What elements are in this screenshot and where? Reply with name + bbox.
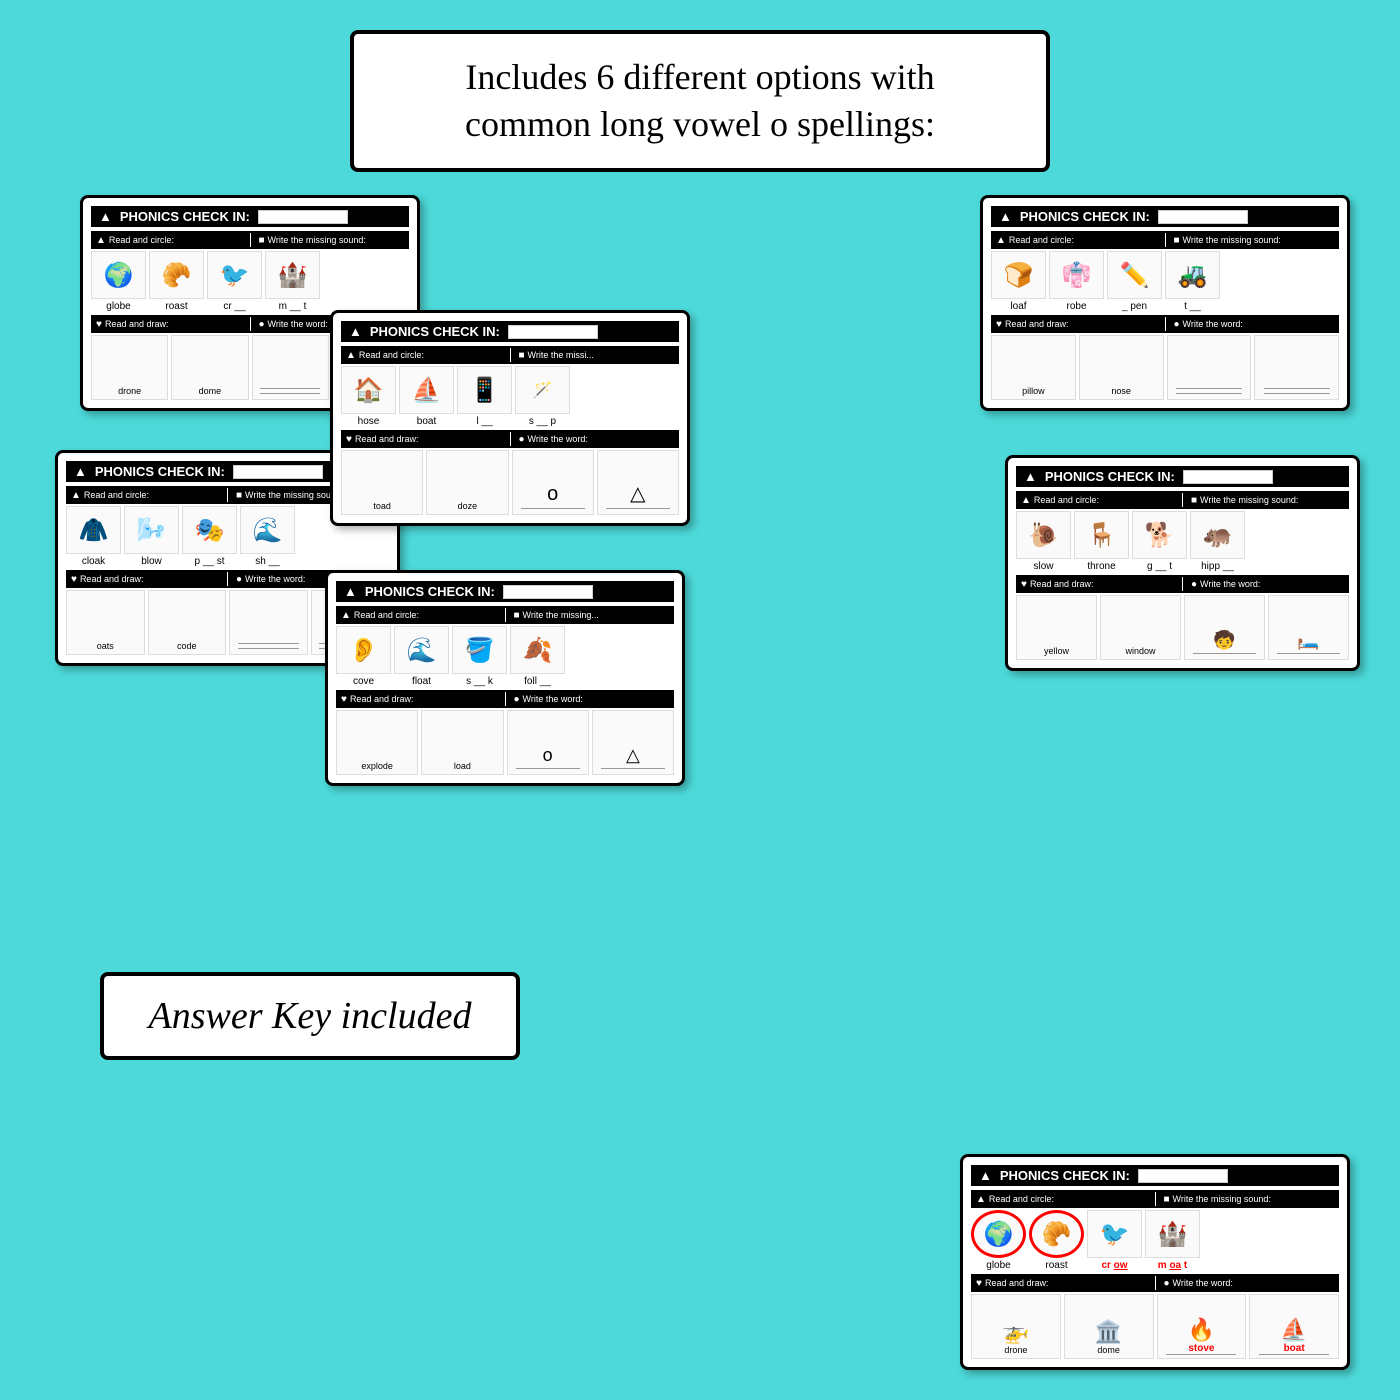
card1-moat: 🏰 m __ t (265, 251, 320, 312)
answer-write-stove: 🔥 stove (1157, 1294, 1247, 1359)
answer-images: 🌍 globe 🥐 roast 🐦 cr ow 🏰 m oa t (971, 1210, 1339, 1271)
card4-write1 (229, 590, 308, 655)
card4-post: 🎭 p __ st (182, 506, 237, 567)
heart-icon: ♥ (96, 319, 102, 330)
card5-write1: o (507, 710, 589, 775)
card5-follow: 🍂 foll __ (510, 626, 565, 687)
card4-draw-oats: oats (66, 590, 145, 655)
triangle-sm-icon: ▲ (96, 235, 106, 246)
answer-write-boat: ⛵ boat (1249, 1294, 1339, 1359)
answer-section2: ♥ Read and draw: ● Write the word: (971, 1274, 1339, 1292)
card5-draw-write: explode load o △ (336, 710, 674, 775)
card1-section1: ▲ Read and circle: ■ Write the missing s… (91, 231, 409, 249)
card5-float: 🌊 float (394, 626, 449, 687)
card2-loaf: 🍞 loaf (991, 251, 1046, 312)
answer-draw-drone: 🚁 drone (971, 1294, 1061, 1359)
card1-header: ▲ PHONICS CHECK IN: (91, 206, 409, 227)
card2-write1 (1167, 335, 1252, 400)
card2-tow: 🚜 t __ (1165, 251, 1220, 312)
answer-key-text: Answer Key included (134, 994, 486, 1038)
card6-goat: 🐕 g __ t (1132, 511, 1187, 572)
answer-moat: 🏰 m oa t (1145, 1210, 1200, 1271)
card2-pen: ✏️ _ pen (1107, 251, 1162, 312)
answer-draw-dome: 🏛️ dome (1064, 1294, 1154, 1359)
card3-write2: △ (597, 450, 679, 515)
card2-images: 🍞 loaf 👘 robe ✏️ _ pen 🚜 t __ (991, 251, 1339, 312)
card6-section2: ♥ Read and draw: ● Write the word: (1016, 575, 1349, 593)
card6-header: ▲ PHONICS CHECK IN: (1016, 466, 1349, 487)
card3-l: 📱 l __ (457, 366, 512, 427)
triangle-icon: ▲ (99, 209, 112, 224)
card2-draw-pillow: pillow (991, 335, 1076, 400)
card5-cove: 👂 cove (336, 626, 391, 687)
card3-section1: ▲ Read and circle: ■ Write the missi... (341, 346, 679, 364)
card6-slow: 🐌 slow (1016, 511, 1071, 572)
card3-draw-write: toad doze o △ (341, 450, 679, 515)
card2-draw-write: pillow nose (991, 335, 1339, 400)
answer-roast: 🥐 roast (1029, 1210, 1084, 1271)
card3-section2: ♥ Read and draw: ● Write the word: (341, 430, 679, 448)
card6-write2: 🛏️ (1268, 595, 1349, 660)
circle-icon: ● (259, 319, 265, 330)
card6-hippo: 🦛 hipp __ (1190, 511, 1245, 572)
card4-draw-code: code (148, 590, 227, 655)
answer-draw-write: 🚁 drone 🏛️ dome 🔥 stove ⛵ boat (971, 1294, 1339, 1359)
card2-draw-nose: nose (1079, 335, 1164, 400)
card6-write1: 🧒 (1184, 595, 1265, 660)
card3-write1: o (512, 450, 594, 515)
answer-crow: 🐦 cr ow (1087, 1210, 1142, 1271)
card5-write2: △ (592, 710, 674, 775)
card1-draw-dome: dome (171, 335, 248, 400)
card2-section1: ▲ Read and circle: ■ Write the missing s… (991, 231, 1339, 249)
card5-draw-load: load (421, 710, 503, 775)
card6-images: 🐌 slow 🪑 throne 🐕 g __ t 🦛 hipp __ (1016, 511, 1349, 572)
card3-draw-doze: doze (426, 450, 508, 515)
card6-draw-write: yellow window 🧒 🛏️ (1016, 595, 1349, 660)
card2-write2 (1254, 335, 1339, 400)
answer-card: ▲ PHONICS CHECK IN: ▲ Read and circle: ■… (960, 1154, 1350, 1370)
card1-crow: 🐦 cr __ (207, 251, 262, 312)
card6-section1: ▲ Read and circle: ■ Write the missing s… (1016, 491, 1349, 509)
answer-card-header: ▲ PHONICS CHECK IN: (971, 1165, 1339, 1186)
phonics-card-6: ▲ PHONICS CHECK IN: ▲ Read and circle: ■… (1005, 455, 1360, 671)
card1-globe: 🌍 globe (91, 251, 146, 312)
card1-draw-drone: drone (91, 335, 168, 400)
title-banner: Includes 6 different options with common… (350, 30, 1050, 172)
card6-throne: 🪑 throne (1074, 511, 1129, 572)
card2-robe: 👘 robe (1049, 251, 1104, 312)
phonics-card-3: ▲ PHONICS CHECK IN: ▲ Read and circle: ■… (330, 310, 690, 526)
card5-soak: 🪣 s __ k (452, 626, 507, 687)
card6-draw-window: window (1100, 595, 1181, 660)
card3-draw-toad: toad (341, 450, 423, 515)
answer-section1: ▲ Read and circle: ■ Write the missing s… (971, 1190, 1339, 1208)
phonics-card-2: ▲ PHONICS CHECK IN: ▲ Read and circle: ■… (980, 195, 1350, 411)
answer-globe: 🌍 globe (971, 1210, 1026, 1271)
card6-draw-yellow: yellow (1016, 595, 1097, 660)
card1-write1 (252, 335, 329, 400)
card5-section2: ♥ Read and draw: ● Write the word: (336, 690, 674, 708)
card2-header: ▲ PHONICS CHECK IN: (991, 206, 1339, 227)
card5-header: ▲ PHONICS CHECK IN: (336, 581, 674, 602)
card1-roast: 🥐 roast (149, 251, 204, 312)
card4-cloak: 🧥 cloak (66, 506, 121, 567)
square-icon: ■ (259, 235, 265, 246)
card4-blow: 🌬️ blow (124, 506, 179, 567)
card3-boat: ⛵ boat (399, 366, 454, 427)
card2-section2: ♥ Read and draw: ● Write the word: (991, 315, 1339, 333)
phonics-card-5: ▲ PHONICS CHECK IN: ▲ Read and circle: ■… (325, 570, 685, 786)
card3-header: ▲ PHONICS CHECK IN: (341, 321, 679, 342)
card5-section1: ▲ Read and circle: ■ Write the missing..… (336, 606, 674, 624)
card3-soap: 🪄 s __ p (515, 366, 570, 427)
triangle-icon2: ▲ (999, 209, 1012, 224)
card1-images: 🌍 globe 🥐 roast 🐦 cr __ 🏰 m __ t (91, 251, 409, 312)
title-text: Includes 6 different options with common… (384, 54, 1016, 148)
card5-images: 👂 cove 🌊 float 🪣 s __ k 🍂 foll __ (336, 626, 674, 687)
card3-hose: 🏠 hose (341, 366, 396, 427)
card3-images: 🏠 hose ⛵ boat 📱 l __ 🪄 s __ p (341, 366, 679, 427)
answer-key-banner: Answer Key included (100, 972, 520, 1060)
card5-draw-explode: explode (336, 710, 418, 775)
card4-show: 🌊 sh __ (240, 506, 295, 567)
